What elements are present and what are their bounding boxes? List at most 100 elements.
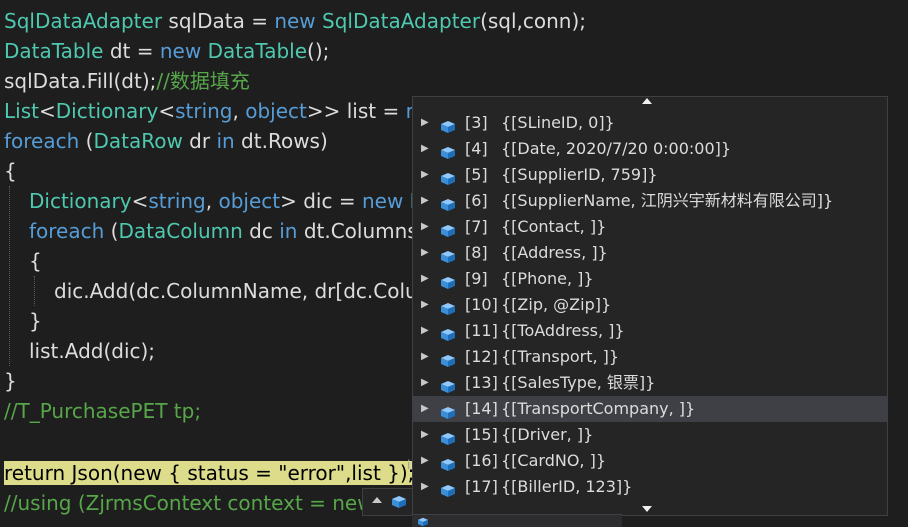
cube-icon — [440, 402, 456, 419]
code-line-5: foreach (DataRow dr in dt.Rows) — [4, 129, 328, 153]
cube-icon — [440, 376, 456, 393]
datatip-row-value: {[Phone, ]} — [501, 269, 594, 288]
triangle-right-icon[interactable]: ▶ — [421, 474, 431, 500]
code-line-14: //T_PurchasePET tp; — [4, 399, 202, 423]
triangle-right-icon[interactable]: ▶ — [421, 266, 431, 292]
triangle-right-icon[interactable]: ▶ — [421, 318, 431, 344]
datatip-row-index: [13] — [465, 373, 498, 392]
datatip-row[interactable]: ▶ [16] {[CardNO, ]} — [413, 448, 887, 474]
code-line-11: } — [29, 309, 42, 333]
datatip-row-index: [14] — [465, 399, 498, 418]
collapse-arrow-icon[interactable] — [372, 497, 382, 503]
code-line-1: SqlDataAdapter sqlData = new SqlDataAdap… — [4, 9, 587, 33]
code-line-2: DataTable dt = new DataTable(); — [4, 39, 330, 63]
datatip-row-index: [7] — [465, 217, 488, 236]
cube-icon — [440, 350, 456, 367]
datatip-row[interactable]: ▶ [7] {[Contact, ]} — [413, 214, 887, 240]
triangle-right-icon[interactable]: ▶ — [421, 162, 431, 188]
code-line-16: //using (ZjrmsContext context = new — [4, 491, 374, 515]
cube-icon — [440, 142, 456, 159]
datatip-row-value: {[Transport, ]} — [501, 347, 620, 366]
datatip-row[interactable]: ▶ [6] {[SupplierName, 江阴兴宇新材料有限公司]} — [413, 188, 887, 214]
code-line-12: list.Add(dic); — [29, 339, 156, 363]
datatip-row[interactable]: ▶ [17] {[BillerID, 123]} — [413, 474, 887, 500]
code-line-7: Dictionary<string, object> dic = new D — [29, 189, 425, 213]
datatip-row-index: [4] — [465, 139, 488, 158]
triangle-right-icon[interactable]: ▶ — [421, 344, 431, 370]
datatip-row[interactable]: ▶ [11] {[ToAddress, ]} — [413, 318, 887, 344]
datatip-popup[interactable]: ▶ [3] {[SLineID, 0]} ▶ [4] {[Date, 2020/7/20 … — [412, 96, 888, 516]
datatip-row-value: {[TransportCompany, ]} — [501, 399, 696, 418]
datatip-row-value: {[BillerID, 123]} — [501, 477, 633, 496]
triangle-right-icon[interactable]: ▶ — [421, 214, 431, 240]
cube-icon — [440, 324, 456, 341]
code-line-15-tail: i — [407, 458, 411, 472]
triangle-right-icon[interactable]: ▶ — [421, 422, 431, 448]
datatip-row-index: [6] — [465, 191, 488, 210]
datatip-row-value: {[Date, 2020/7/20 0:00:00]} — [501, 139, 732, 158]
datatip-row-value: {[CardNO, ]} — [501, 451, 607, 470]
triangle-right-icon[interactable]: ▶ — [421, 292, 431, 318]
datatip-row[interactable]: ▶ [12] {[Transport, ]} — [413, 344, 887, 370]
triangle-right-icon[interactable]: ▶ — [421, 110, 431, 136]
datatip-row-index: [15] — [465, 425, 498, 444]
datatip-row-index: [17] — [465, 477, 498, 496]
datatip-row[interactable]: ▶ [5] {[SupplierID, 759]} — [413, 162, 887, 188]
code-line-13: } — [4, 369, 17, 393]
code-line-3: sqlData.Fill(dt);//数据填充 — [4, 69, 250, 93]
datatip-row-value: {[Zip, @Zip]} — [501, 295, 612, 314]
code-line-10: dic.Add(dc.ColumnName, dr[dc.Colu — [54, 279, 418, 303]
triangle-right-icon[interactable]: ▶ — [421, 240, 431, 266]
datatip-bottom-strip — [412, 514, 622, 527]
cube-icon — [440, 220, 456, 237]
cube-icon — [440, 298, 456, 315]
cube-icon — [440, 454, 456, 471]
cube-icon — [440, 246, 456, 263]
indent-guide — [34, 276, 36, 306]
triangle-right-icon[interactable]: ▶ — [421, 396, 431, 422]
datatip-row[interactable]: ▶ [10] {[Zip, @Zip]} — [413, 292, 887, 318]
datatip-row[interactable]: ▶ [4] {[Date, 2020/7/20 0:00:00]} — [413, 136, 887, 162]
datatip-row-value: {[SupplierID, 759]} — [501, 165, 658, 184]
scroll-down-arrow-icon[interactable] — [642, 506, 652, 512]
datatip-row[interactable]: ▶ [15] {[Driver, ]} — [413, 422, 887, 448]
datatip-row[interactable]: ▶ [14] {[TransportCompany, ]} — [413, 396, 887, 422]
cube-icon — [440, 194, 456, 211]
code-line-6: { — [4, 159, 17, 183]
cube-icon — [392, 496, 406, 508]
datatip-row-index: [12] — [465, 347, 498, 366]
datatip-row[interactable]: ▶ [3] {[SLineID, 0]} — [413, 110, 887, 136]
code-line-9: { — [29, 249, 42, 273]
datatip-row-index: [5] — [465, 165, 488, 184]
cube-icon — [440, 480, 456, 497]
cube-icon — [440, 116, 456, 133]
cube-icon — [440, 428, 456, 445]
datatip-row-value: {[Driver, ]} — [501, 425, 594, 444]
datatip-row-index: [16] — [465, 451, 498, 470]
datatip-row-value: {[ToAddress, ]} — [501, 321, 625, 340]
cube-icon — [440, 272, 456, 289]
code-line-15: return Json(new { status = "error",list … — [4, 461, 415, 485]
triangle-right-icon[interactable]: ▶ — [421, 448, 431, 474]
triangle-right-icon[interactable]: ▶ — [421, 370, 431, 396]
datatip-row-index: [3] — [465, 113, 488, 132]
datatip-row[interactable]: ▶ [13] {[SalesType, 银票]} — [413, 370, 887, 396]
datatip-row-value: {[SLineID, 0]} — [501, 113, 615, 132]
cube-icon — [440, 168, 456, 185]
code-line-4: List<Dictionary<string, object>> list = … — [4, 99, 431, 123]
datatip-row-value: {[Address, ]} — [501, 243, 608, 262]
datatip-row-index: [11] — [465, 321, 498, 340]
triangle-right-icon[interactable]: ▶ — [421, 136, 431, 162]
datatip-row-value: {[Contact, ]} — [501, 217, 607, 236]
code-line-8: foreach (DataColumn dc in dt.Columns — [29, 219, 418, 243]
datatip-row[interactable]: ▶ [9] {[Phone, ]} — [413, 266, 887, 292]
triangle-right-icon[interactable]: ▶ — [421, 188, 431, 214]
scroll-up-arrow-icon[interactable] — [642, 98, 652, 104]
datatip-row[interactable]: ▶ [8] {[Address, ]} — [413, 240, 887, 266]
datatip-row-value: {[SalesType, 银票]} — [501, 373, 656, 392]
indent-guide — [9, 186, 11, 366]
datatip-row-index: [8] — [465, 243, 488, 262]
datatip-row-value: {[SupplierName, 江阴兴宇新材料有限公司]} — [501, 191, 834, 210]
datatip-row-index: [9] — [465, 269, 488, 288]
datatip-row-index: [10] — [465, 295, 498, 314]
